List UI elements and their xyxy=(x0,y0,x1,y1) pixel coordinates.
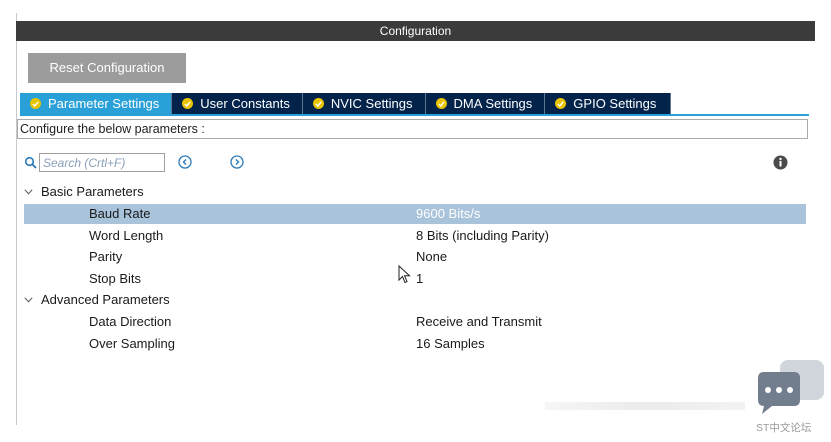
tab-user-constants[interactable]: User Constants xyxy=(172,93,303,114)
mouse-cursor-icon xyxy=(398,265,411,284)
next-result-icon[interactable] xyxy=(230,155,244,169)
tab-label: User Constants xyxy=(200,96,290,111)
tab-label: Parameter Settings xyxy=(48,96,160,111)
param-row-baud-rate[interactable]: Baud Rate 9600 Bits/s xyxy=(24,204,806,224)
tab-underline xyxy=(20,114,809,116)
check-circle-icon xyxy=(312,98,324,109)
param-value[interactable]: 16 Samples xyxy=(416,334,485,354)
param-row-over-sampling[interactable]: Over Sampling 16 Samples xyxy=(24,334,806,354)
param-value[interactable]: Receive and Transmit xyxy=(416,312,542,332)
tab-label: NVIC Settings xyxy=(330,96,413,111)
search-icon xyxy=(24,156,37,169)
tab-nvic-settings[interactable]: NVIC Settings xyxy=(302,93,426,114)
group-advanced-parameters[interactable]: Advanced Parameters xyxy=(24,290,170,310)
param-value[interactable]: 1 xyxy=(416,269,423,289)
description-text: Configure the below parameters : xyxy=(17,119,808,139)
forum-watermark-label: ST中文论坛 xyxy=(756,422,812,434)
param-row-word-length[interactable]: Word Length 8 Bits (including Parity) xyxy=(24,226,806,246)
tab-gpio-settings[interactable]: GPIO Settings xyxy=(545,93,672,114)
previous-result-icon[interactable] xyxy=(178,155,192,169)
tab-parameter-settings[interactable]: Parameter Settings xyxy=(20,93,173,114)
info-icon[interactable] xyxy=(773,155,788,170)
chevron-down-icon xyxy=(24,297,33,303)
tab-label: DMA Settings xyxy=(453,96,533,111)
check-circle-icon xyxy=(435,98,447,109)
param-value[interactable]: 9600 Bits/s xyxy=(416,204,480,224)
tab-bar: Parameter Settings User Constants NVIC S… xyxy=(20,93,672,114)
param-value[interactable]: None xyxy=(416,247,447,267)
param-row-stop-bits[interactable]: Stop Bits 1 xyxy=(24,269,806,289)
param-name: Data Direction xyxy=(89,314,172,329)
param-name: Baud Rate xyxy=(89,206,151,221)
chevron-down-icon xyxy=(24,189,33,195)
param-name: Parity xyxy=(89,249,123,264)
tab-label: GPIO Settings xyxy=(573,96,657,111)
group-label: Basic Parameters xyxy=(41,184,144,199)
param-row-data-direction[interactable]: Data Direction Receive and Transmit xyxy=(24,312,806,332)
tab-dma-settings[interactable]: DMA Settings xyxy=(425,93,546,114)
search-input[interactable] xyxy=(39,153,165,172)
param-value[interactable]: 8 Bits (including Parity) xyxy=(416,226,549,246)
check-circle-icon xyxy=(555,98,567,109)
param-name: Word Length xyxy=(89,228,164,243)
check-circle-icon xyxy=(182,98,194,109)
blurred-text-strip xyxy=(545,402,745,410)
reset-configuration-button[interactable]: Reset Configuration xyxy=(28,53,186,83)
param-name: Over Sampling xyxy=(89,336,175,351)
param-row-parity[interactable]: Parity None xyxy=(24,247,806,267)
check-circle-icon xyxy=(30,98,41,109)
group-label: Advanced Parameters xyxy=(41,292,170,307)
param-name: Stop Bits xyxy=(89,271,142,286)
group-basic-parameters[interactable]: Basic Parameters xyxy=(24,182,144,202)
panel-title: Configuration xyxy=(16,21,815,41)
